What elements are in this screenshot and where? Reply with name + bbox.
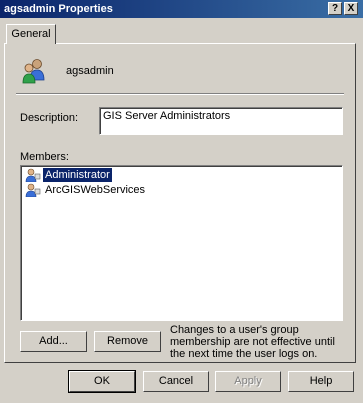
add-button[interactable]: Add... — [20, 331, 87, 352]
user-icon — [25, 168, 41, 182]
cancel-button[interactable]: Cancel — [143, 371, 209, 392]
help-title-button[interactable]: ? — [328, 2, 342, 15]
group-name: agsadmin — [66, 65, 114, 77]
apply-button[interactable]: Apply — [215, 371, 281, 392]
membership-note: Changes to a user's group membership are… — [170, 324, 335, 360]
description-field[interactable]: GIS Server Administrators — [99, 107, 343, 135]
close-button[interactable]: X — [344, 2, 358, 15]
user-icon — [25, 183, 41, 197]
help-button[interactable]: Help — [288, 371, 354, 392]
description-label: Description: — [20, 112, 79, 124]
divider — [16, 93, 344, 95]
remove-button[interactable]: Remove — [94, 331, 161, 352]
members-label: Members: — [20, 151, 69, 163]
tab-general[interactable]: General — [6, 24, 56, 44]
title-bar: agsadmin Properties ? X — [0, 0, 363, 18]
description-value: GIS Server Administrators — [103, 110, 231, 122]
member-name: ArcGISWebServices — [45, 184, 146, 196]
member-name: Administrator — [43, 168, 112, 182]
members-list[interactable]: Administrator ArcGISWebServices — [20, 165, 343, 321]
users-group-icon — [22, 59, 45, 84]
window-title: agsadmin Properties — [4, 3, 113, 15]
ok-button[interactable]: OK — [68, 370, 136, 393]
